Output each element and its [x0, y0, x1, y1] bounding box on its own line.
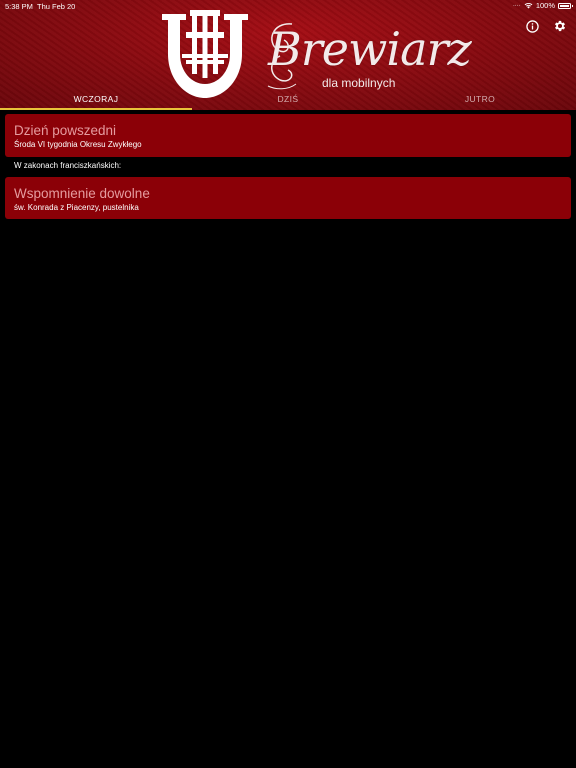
tab-jutro[interactable]: JUTRO — [384, 88, 576, 110]
app-header: 5:38 PM Thu Feb 20 ···· 100% Brewiarz dl… — [0, 0, 576, 110]
battery-icon — [558, 2, 573, 9]
entry-card-weekday[interactable]: Dzień powszedni Środa VI tygodnia Okresu… — [5, 114, 571, 157]
entry-title: Wspomnienie dowolne — [14, 186, 150, 201]
info-icon[interactable] — [524, 18, 540, 34]
tab-wczoraj[interactable]: WCZORAJ — [0, 88, 192, 110]
status-date: Thu Feb 20 — [37, 2, 76, 11]
entry-subtitle: Środa VI tygodnia Okresu Zwykłego — [14, 140, 142, 149]
status-indicators: ···· 100% — [512, 1, 573, 10]
status-bar: 5:38 PM Thu Feb 20 ···· 100% — [0, 0, 576, 12]
brand-title: Brewiarz — [268, 22, 472, 76]
entry-subtitle: św. Konrada z Piacenzy, pustelnika — [14, 203, 139, 212]
status-time: 5:38 PM — [5, 2, 33, 11]
brand: Brewiarz dla mobilnych — [262, 16, 472, 96]
wifi-icon — [524, 2, 533, 9]
header-actions — [524, 18, 568, 34]
entry-title: Dzień powszedni — [14, 123, 117, 138]
entry-card-memorial[interactable]: Wspomnienie dowolne św. Konrada z Piacen… — [5, 177, 571, 219]
battery-percent: 100% — [535, 1, 555, 10]
section-label: W zakonach franciszkańskich: — [14, 161, 122, 170]
gear-icon[interactable] — [552, 18, 568, 34]
cellular-icon: ···· — [512, 2, 521, 9]
day-tabs: WCZORAJ DZIŚ JUTRO — [0, 88, 576, 110]
tab-dzis[interactable]: DZIŚ — [192, 88, 384, 110]
